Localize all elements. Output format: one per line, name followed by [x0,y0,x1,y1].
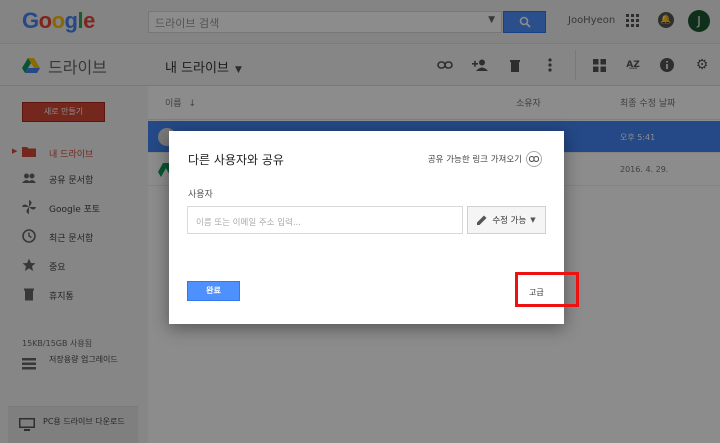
pencil-icon [477,215,487,225]
get-shareable-link[interactable]: 공유 가능한 링크 가져오기 [428,151,542,167]
chevron-down-icon: ▼ [530,216,536,224]
people-label: 사용자 [188,190,213,200]
permission-dropdown[interactable]: 수정 가능 ▼ [467,206,546,234]
share-dialog: 다른 사용자와 공유 공유 가능한 링크 가져오기 사용자 이름 또는 이메일 … [169,131,564,324]
people-input[interactable]: 이름 또는 이메일 주소 입력... [187,206,463,234]
done-button[interactable]: 완료 [187,281,240,301]
link-icon [526,151,542,167]
annotation-highlight-box [515,272,579,307]
dialog-title: 다른 사용자와 공유 [188,153,284,167]
